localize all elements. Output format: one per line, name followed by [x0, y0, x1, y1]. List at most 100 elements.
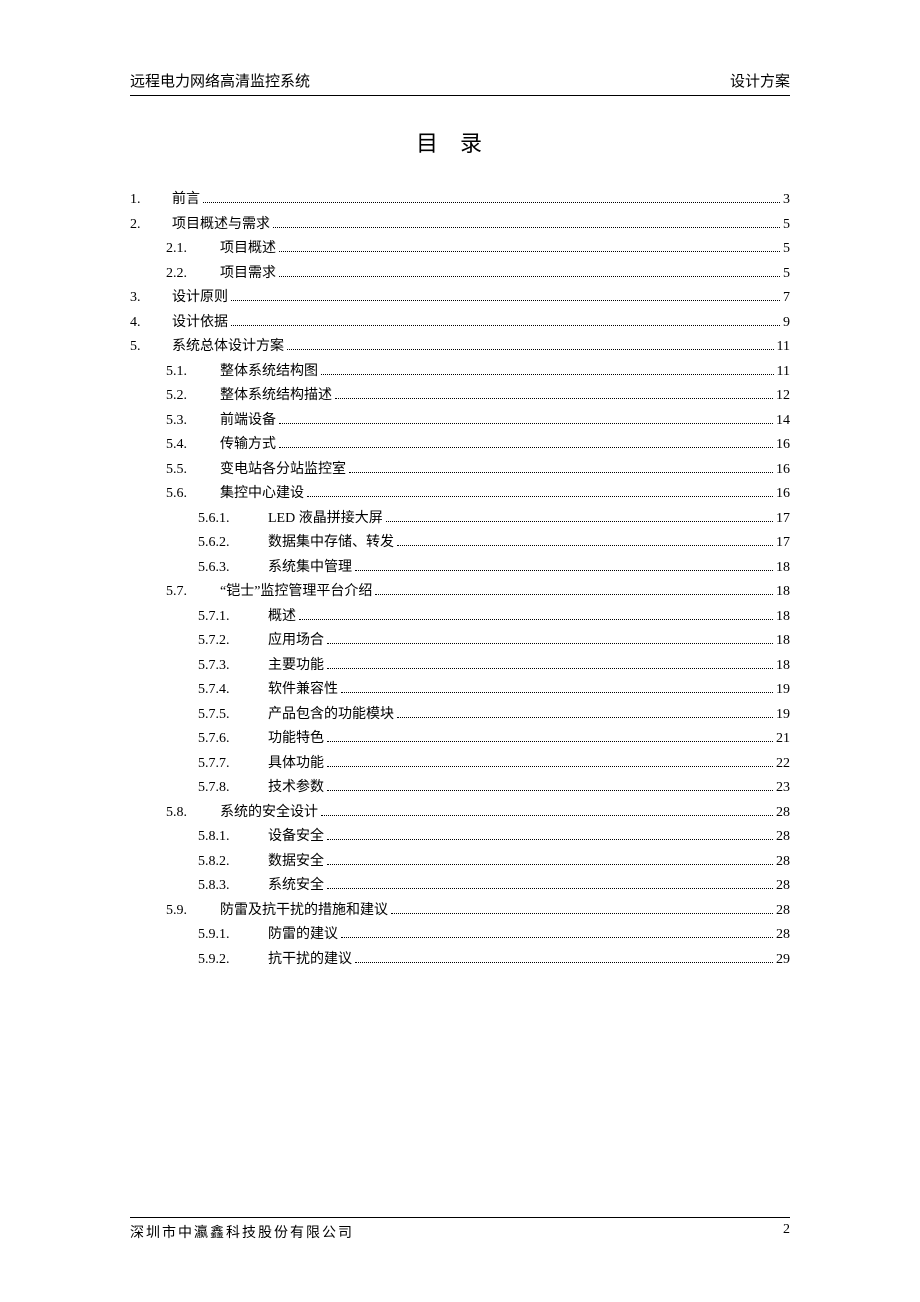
toc-entry-page: 5 [783, 237, 790, 262]
toc-entry-page: 23 [776, 776, 790, 801]
toc-entry[interactable]: 4.设计依据9 [130, 311, 790, 336]
toc-entry-page: 11 [777, 335, 790, 360]
toc-entry[interactable]: 5.2.整体系统结构描述12 [130, 384, 790, 409]
toc-entry-label: 系统总体设计方案 [172, 335, 284, 360]
toc-entry-number: 4. [130, 311, 172, 336]
toc-entry-label: 产品包含的功能模块 [268, 703, 394, 728]
toc-entry[interactable]: 5.7.2.应用场合18 [130, 629, 790, 654]
toc-entry-number: 5.7. [166, 580, 220, 605]
toc-entry-label: 前言 [172, 188, 200, 213]
toc-entry[interactable]: 5.8.3.系统安全28 [130, 874, 790, 899]
toc-entry[interactable]: 5.6.3.系统集中管理18 [130, 556, 790, 581]
toc-leader-dots [299, 609, 773, 620]
toc-leader-dots [375, 585, 773, 596]
toc-entry-page: 28 [776, 801, 790, 826]
toc-entry-label: 项目概述与需求 [172, 213, 270, 238]
toc-entry-page: 21 [776, 727, 790, 752]
toc-entry-page: 9 [783, 311, 790, 336]
toc-entry-number: 5.1. [166, 360, 220, 385]
toc-entry[interactable]: 5.7.“铠士”监控管理平台介绍 18 [130, 580, 790, 605]
toc-entry-number: 5.8.3. [198, 874, 268, 899]
toc-entry-label: 概述 [268, 605, 296, 630]
toc-entry[interactable]: 5.7.4.软件兼容性19 [130, 678, 790, 703]
toc-entry-page: 28 [776, 923, 790, 948]
toc-entry-number: 2.2. [166, 262, 220, 287]
toc-leader-dots [273, 217, 780, 228]
toc-leader-dots [321, 364, 774, 375]
toc-leader-dots [355, 952, 773, 963]
toc-leader-dots [327, 756, 773, 767]
toc-entry-number: 2. [130, 213, 172, 238]
toc-entry-number: 5.7.8. [198, 776, 268, 801]
toc-entry-number: 5.9.2. [198, 948, 268, 973]
toc-entry-number: 5.6. [166, 482, 220, 507]
toc-entry-label: 防雷及抗干扰的措施和建议 [220, 899, 388, 924]
toc-entry-number: 5.6.1. [198, 507, 268, 532]
toc-leader-dots [355, 560, 773, 571]
toc-entry-number: 5.9.1. [198, 923, 268, 948]
toc-entry[interactable]: 5.9.1.防雷的建议28 [130, 923, 790, 948]
toc-entry[interactable]: 5.6.2.数据集中存储、转发17 [130, 531, 790, 556]
toc-leader-dots [349, 462, 773, 473]
toc-leader-dots [391, 903, 773, 914]
toc-entry-label: “铠士”监控管理平台介绍 [220, 580, 372, 605]
toc-entry[interactable]: 5.3.前端设备14 [130, 409, 790, 434]
toc-entry-label: 系统集中管理 [268, 556, 352, 581]
toc-entry[interactable]: 5.9.防雷及抗干扰的措施和建议28 [130, 899, 790, 924]
toc-entry-number: 5.2. [166, 384, 220, 409]
header-right: 设计方案 [730, 70, 790, 91]
toc-leader-dots [341, 928, 773, 939]
toc-entry-number: 5.7.4. [198, 678, 268, 703]
toc-entry-number: 1. [130, 188, 172, 213]
toc-entry-label: 应用场合 [268, 629, 324, 654]
toc-entry[interactable]: 3.设计原则 7 [130, 286, 790, 311]
toc-entry[interactable]: 5.7.6.功能特色21 [130, 727, 790, 752]
header-left: 远程电力网络高清监控系统 [130, 70, 310, 91]
toc-entry-page: 5 [783, 262, 790, 287]
toc-entry[interactable]: 1.前言3 [130, 188, 790, 213]
toc-entry-number: 5.7.7. [198, 752, 268, 777]
toc-entry[interactable]: 5.4.传输方式16 [130, 433, 790, 458]
toc-entry[interactable]: 5.7.5.产品包含的功能模块19 [130, 703, 790, 728]
toc-entry-label: 设计原则 [172, 286, 228, 311]
toc-entry-label: 变电站各分站监控室 [220, 458, 346, 483]
toc-entry-page: 18 [776, 629, 790, 654]
toc-entry[interactable]: 5.9.2.抗干扰的建议29 [130, 948, 790, 973]
toc-entry-number: 5.8.1. [198, 825, 268, 850]
footer-company: 深圳市中瀛鑫科技股份有限公司 [130, 1222, 354, 1242]
toc-entry-label: 前端设备 [220, 409, 276, 434]
toc-entry-number: 5.6.3. [198, 556, 268, 581]
document-page: 远程电力网络高清监控系统 设计方案 目录 1.前言32.项目概述与需求52.1.… [0, 0, 920, 1302]
toc-entry[interactable]: 2.项目概述与需求5 [130, 213, 790, 238]
toc-entry[interactable]: 5.系统总体设计方案11 [130, 335, 790, 360]
toc-leader-dots [327, 781, 773, 792]
toc-entry-number: 5.8.2. [198, 850, 268, 875]
toc-entry[interactable]: 5.6.1.LED 液晶拼接大屏17 [130, 507, 790, 532]
toc-entry[interactable]: 2.1.项目概述 5 [130, 237, 790, 262]
toc-entry-label: 项目概述 [220, 237, 276, 262]
toc-entry[interactable]: 5.7.1.概述18 [130, 605, 790, 630]
toc-entry-label: 传输方式 [220, 433, 276, 458]
toc-entry[interactable]: 5.7.8.技术参数 23 [130, 776, 790, 801]
toc-entry[interactable]: 5.6.集控中心建设16 [130, 482, 790, 507]
toc-leader-dots [307, 487, 773, 498]
toc-entry[interactable]: 5.7.3.主要功能18 [130, 654, 790, 679]
toc-entry[interactable]: 5.8.1.设备安全28 [130, 825, 790, 850]
toc-entry-number: 3. [130, 286, 172, 311]
toc-entry[interactable]: 5.8.2.数据安全28 [130, 850, 790, 875]
toc-entry-page: 28 [776, 825, 790, 850]
toc-entry[interactable]: 5.8.系统的安全设计28 [130, 801, 790, 826]
toc-entry[interactable]: 5.5.变电站各分站监控室16 [130, 458, 790, 483]
toc-leader-dots [341, 683, 773, 694]
toc-entry-page: 7 [783, 286, 790, 311]
toc-entry-number: 2.1. [166, 237, 220, 262]
toc-entry-page: 18 [776, 580, 790, 605]
toc-entry[interactable]: 5.1.整体系统结构图11 [130, 360, 790, 385]
toc-entry-page: 11 [777, 360, 790, 385]
toc-entry-label: 系统的安全设计 [220, 801, 318, 826]
toc-entry[interactable]: 2.2.项目需求5 [130, 262, 790, 287]
toc-entry-label: 技术参数 [268, 776, 324, 801]
toc-entry-page: 16 [776, 482, 790, 507]
toc-entry[interactable]: 5.7.7.具体功能22 [130, 752, 790, 777]
toc-entry-label: LED 液晶拼接大屏 [268, 507, 383, 532]
